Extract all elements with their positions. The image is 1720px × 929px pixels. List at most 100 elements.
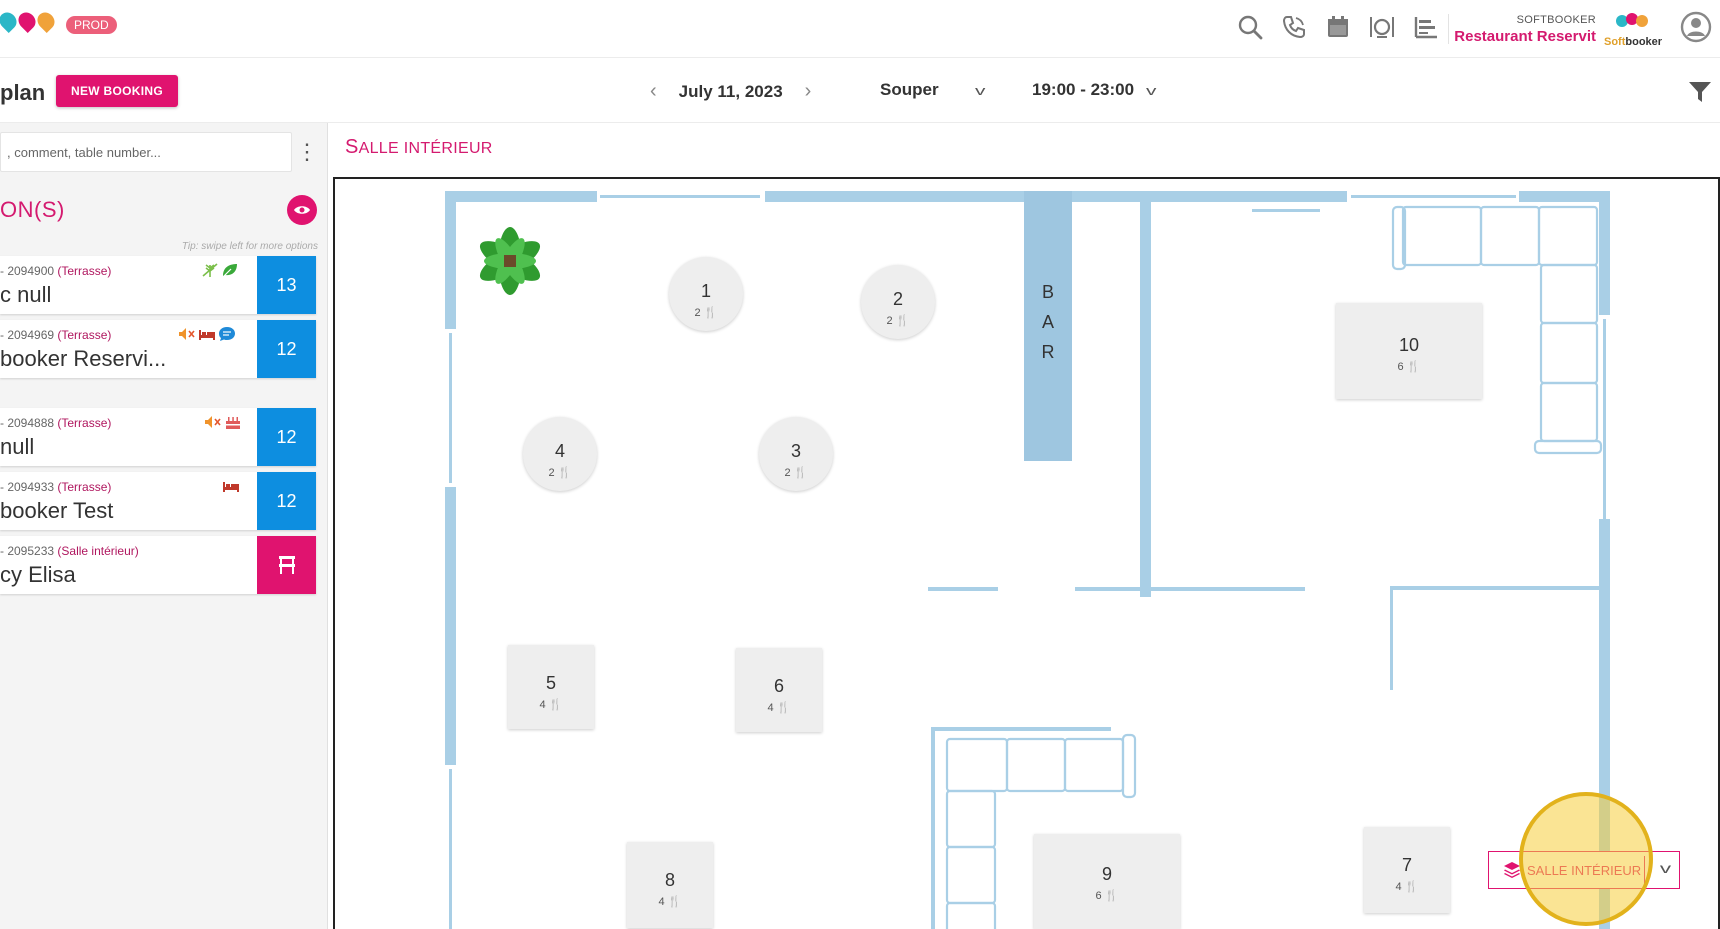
booking-card[interactable]: - 2094969 (Terrasse) booker Reservi... 1… — [0, 320, 316, 378]
env-badge: PROD — [66, 16, 117, 34]
cutlery-icon: 🍴 — [1404, 881, 1419, 893]
booking-area: (Terrasse) — [57, 480, 112, 494]
table-covers: 4 🍴 — [767, 702, 791, 714]
booking-name: booker Reservi... — [0, 346, 167, 371]
chevron-left-icon[interactable]: ‹ — [650, 80, 657, 103]
comment-icon — [219, 327, 235, 341]
booking-meta: - 2094888 (Terrasse) — [0, 416, 111, 430]
chair-icon — [278, 556, 295, 574]
table-number: 4 — [554, 441, 565, 461]
booking-card[interactable]: - 2094888 (Terrasse) null 12 — [0, 408, 316, 466]
bar-letter: R — [1041, 342, 1055, 362]
table-number: 9 — [1101, 864, 1112, 884]
booking-icons — [178, 326, 236, 342]
table-covers: 6 🍴 — [1397, 361, 1421, 373]
new-booking-button[interactable]: NEW BOOKING — [56, 75, 178, 107]
bar-label: B A R — [1024, 277, 1072, 367]
floor-plan: B A R 1 2 🍴 2 2 🍴 3 2 🍴 4 2 🍴 5 4 🍴 6 4 … — [333, 177, 1720, 929]
table-number: 6 — [773, 676, 784, 696]
table-covers: 4 🍴 — [539, 699, 563, 711]
chevron-right-icon[interactable]: › — [805, 80, 812, 103]
booking-icons — [201, 262, 239, 278]
calendar-icon[interactable] — [1323, 12, 1353, 42]
booking-card[interactable]: - 2094933 (Terrasse) booker Test 12 — [0, 472, 316, 530]
eye-icon[interactable] — [287, 195, 317, 225]
date-navigator: ‹ July 11, 2023 › — [650, 80, 811, 103]
cutlery-icon: 🍴 — [1104, 890, 1119, 902]
logo-pin-pink — [14, 8, 40, 34]
cutlery-icon: 🍴 — [776, 702, 791, 714]
filter-icon[interactable] — [1688, 80, 1712, 104]
logo-pin-teal — [0, 8, 21, 34]
booking-card[interactable]: - 2094900 (Terrasse) c null 13 — [0, 256, 316, 314]
restaurant-name[interactable]: Restaurant Reservit — [1440, 28, 1596, 45]
birthday-cake-icon — [226, 417, 240, 429]
booking-name: booker Test — [0, 498, 114, 523]
booking-table-number: 12 — [257, 472, 316, 530]
softbooker-logo: Softbooker — [1604, 12, 1666, 48]
table-1[interactable]: 1 2 🍴 — [669, 257, 743, 331]
table-2[interactable]: 2 2 🍴 — [861, 265, 935, 339]
table-8[interactable]: 8 4 🍴 — [627, 842, 713, 928]
room-title-rest: ALLE INTÉRIEUR — [358, 140, 493, 157]
assign-table-button[interactable] — [257, 536, 316, 594]
section-title: ON(S) — [0, 197, 65, 222]
booking-meta: - 2094933 (Terrasse) — [0, 480, 111, 494]
service-select[interactable]: Souper v — [880, 80, 985, 100]
table-10[interactable]: 10 6 🍴 — [1336, 303, 1482, 399]
leaf-icon — [222, 264, 237, 278]
table-7[interactable]: 7 4 🍴 — [1364, 827, 1450, 913]
cutlery-icon: 🍴 — [1406, 361, 1421, 373]
table-5[interactable]: 5 4 🍴 — [508, 645, 594, 729]
table-number: 1 — [700, 281, 711, 301]
booking-area: (Terrasse) — [57, 264, 112, 278]
booking-meta: - 2094900 (Terrasse) — [0, 264, 111, 278]
swipe-tip: Tip: swipe left for more options — [181, 241, 318, 252]
booking-id: - 2094888 — [0, 416, 55, 430]
table-number: 7 — [1401, 855, 1412, 875]
time-range-value: 19:00 - 23:00 — [1032, 80, 1135, 99]
booking-icons — [204, 414, 242, 430]
bar-letter: B — [1041, 282, 1054, 302]
booking-name: cy Elisa — [0, 562, 76, 587]
user-icon[interactable] — [1680, 11, 1712, 43]
page-title: plan — [0, 80, 46, 105]
time-range-select[interactable]: 19:00 - 23:00 v — [1032, 80, 1157, 100]
chart-icon[interactable] — [1411, 12, 1441, 42]
zone-label: SALLE INTÉRIEUR — [1527, 862, 1642, 878]
table-covers: 4 🍴 — [1395, 881, 1419, 893]
layers-icon — [1504, 862, 1520, 878]
booking-table-number: 13 — [257, 256, 316, 314]
zone-select[interactable]: SALLE INTÉRIEUR v — [1488, 851, 1680, 889]
top-bar: PROD SOFTBOOKER Restaurant Reservit Soft… — [0, 0, 1720, 58]
more-options-icon[interactable]: ⋮ — [296, 137, 318, 167]
app-logo[interactable] — [0, 8, 59, 34]
zone-divider — [1644, 856, 1645, 884]
bookings-sidebar: ⋮ ON(S) Tip: swipe left for more options… — [0, 123, 328, 929]
table-covers: 2 🍴 — [694, 307, 718, 319]
table-number: 5 — [545, 673, 556, 693]
search-input[interactable] — [0, 132, 292, 172]
bar-letter: A — [1041, 312, 1054, 332]
current-date[interactable]: July 11, 2023 — [679, 82, 783, 102]
booking-icons — [222, 478, 240, 494]
phone-icon[interactable] — [1279, 12, 1309, 42]
table-covers: 2 🍴 — [886, 315, 910, 327]
table-6[interactable]: 6 4 🍴 — [736, 648, 822, 732]
table-9[interactable]: 9 6 🍴 — [1034, 834, 1180, 929]
cutlery-icon: 🍴 — [895, 315, 910, 327]
booking-name: null — [0, 434, 35, 459]
cutlery-icon: 🍴 — [557, 467, 572, 479]
table-4[interactable]: 4 2 🍴 — [523, 417, 597, 491]
booking-card[interactable]: - 2095233 (Salle intérieur) cy Elisa — [0, 536, 316, 594]
table-number: 3 — [790, 441, 801, 461]
logo-pin-orange — [33, 8, 59, 34]
service-value: Souper — [880, 80, 939, 99]
search-icon[interactable] — [1235, 12, 1265, 42]
table-number: 8 — [664, 870, 675, 890]
table-number: 2 — [892, 289, 903, 309]
booking-id: - 2094933 — [0, 480, 55, 494]
mute-icon — [205, 416, 221, 428]
table-3[interactable]: 3 2 🍴 — [759, 417, 833, 491]
dining-icon[interactable] — [1367, 12, 1397, 42]
